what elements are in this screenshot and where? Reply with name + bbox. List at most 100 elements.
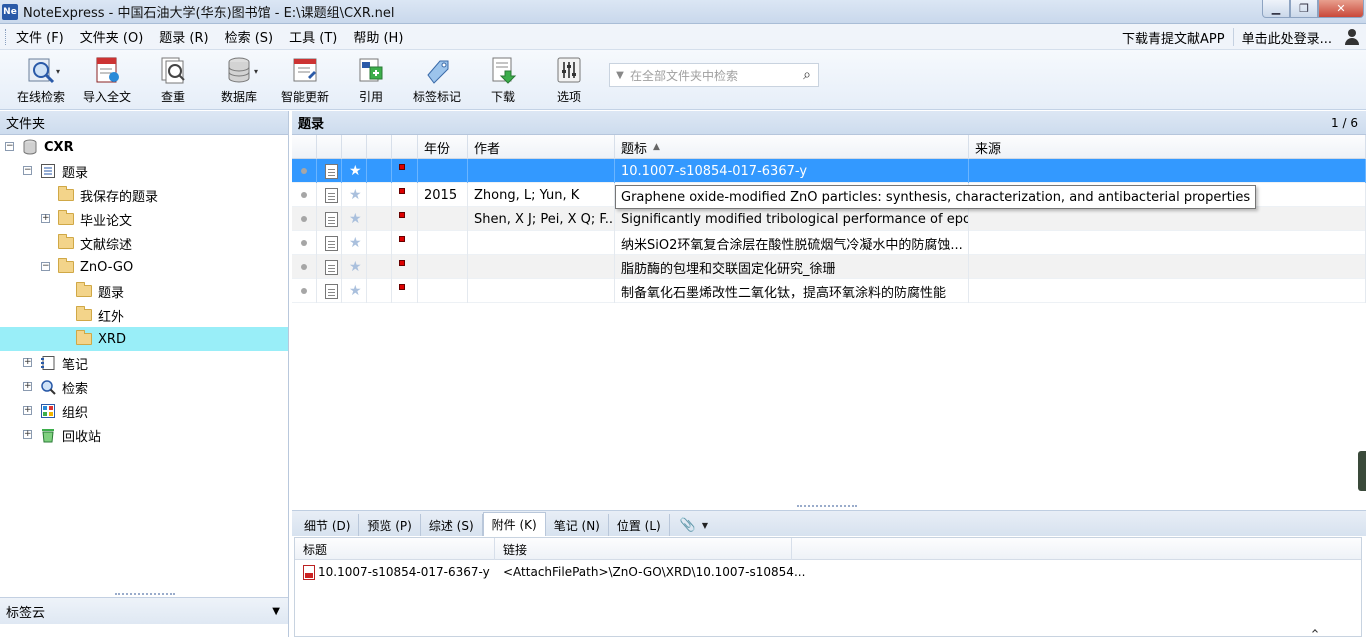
tab-notes[interactable]: 笔记 (N) [546,514,609,536]
menu-help[interactable]: 帮助 (H) [345,27,411,46]
collapse-icon[interactable]: − [41,262,50,271]
tree-item-zno-records[interactable]: 题录 [0,279,288,303]
smart-update-icon [290,55,320,85]
grid-icon [40,403,56,419]
record-row[interactable]: ★ Shen, X J; Pei, X Q; F... Significantly … [292,207,1366,231]
tree-item-notes[interactable]: + 笔记 [0,351,288,375]
cite-icon [356,55,386,85]
tag-button[interactable]: 标签标记 [405,55,469,105]
search-icon[interactable]: ⌕ [796,67,818,83]
import-fulltext-icon [92,55,122,85]
tab-details[interactable]: 细节 (D) [296,514,360,536]
noteexpress-logo-icon: Ne [2,3,18,20]
column-header-priority[interactable] [367,135,392,159]
splitter-handle[interactable] [115,593,175,596]
red-flag-icon [399,188,405,194]
column-header-star[interactable] [342,135,367,159]
read-status-icon [292,255,317,279]
menu-records[interactable]: 题录 (R) [151,27,216,46]
star-icon[interactable]: ★ [349,283,362,299]
online-search-button[interactable]: ▾ 在线检索 [9,55,73,105]
record-row[interactable]: ★ 脂肪酶的包埋和交联固定化研究_徐珊 [292,255,1366,279]
cite-button[interactable]: 引用 [339,55,403,105]
tab-attachments[interactable]: 附件 (K) [482,512,546,536]
database-button[interactable]: ▾ 数据库 [207,55,271,105]
attachment-menu-button[interactable]: 📎 ▼ [680,514,708,536]
import-fulltext-button[interactable]: 导入全文 [75,55,139,105]
collapse-icon[interactable]: − [5,142,14,151]
tag-icon [422,55,452,85]
folder-search-input[interactable]: ▼ 在全部文件夹中检索 ⌕ [609,63,819,87]
priority-cell [367,231,392,255]
star-icon[interactable]: ★ [349,211,362,227]
tab-abstract[interactable]: 综述 (S) [421,514,483,536]
minimize-button[interactable]: ▁ [1262,0,1290,18]
column-header-author[interactable]: 作者 [468,135,615,159]
year-cell [418,279,468,303]
attachments-table: 标题 链接 10.1007-s10854-017-6367-y <AttachF… [294,537,1362,637]
login-link[interactable]: 单击此处登录... [1234,28,1340,47]
records-grid-header: 年份 作者 题标 ▲ 来源 [292,135,1366,159]
tree-item-saved-records[interactable]: 我保存的题录 [0,183,288,207]
horizontal-splitter[interactable] [292,503,1366,509]
options-button[interactable]: 选项 [537,55,601,105]
column-header-source[interactable]: 来源 [969,135,1366,159]
expand-icon[interactable]: + [23,358,32,367]
record-row[interactable]: ★ 制备氧化石墨烯改性二氧化钛，提高环氧涂料的防腐性能 [292,279,1366,303]
tree-item-records[interactable]: − 题录 [0,159,288,183]
menu-tools[interactable]: 工具 (T) [281,27,345,46]
tree-item-cxr[interactable]: − CXR [0,135,288,159]
menu-search[interactable]: 检索 (S) [217,27,282,46]
tree-item-thesis[interactable]: + 毕业论文 [0,207,288,231]
menu-folder[interactable]: 文件夹 (O) [72,27,152,46]
expand-icon[interactable]: + [41,214,50,223]
maximize-button[interactable]: ❐ [1290,0,1318,18]
record-row[interactable]: ★ 10.1007-s10854-017-6367-y [292,159,1366,183]
menu-file[interactable]: 文件 (F) [8,27,72,46]
search-scope-dropdown-icon[interactable]: ▼ [610,70,630,81]
scrollbar-thumb[interactable] [1358,451,1366,491]
close-button[interactable]: ✕ [1318,0,1364,18]
column-header-read[interactable] [292,135,317,159]
download-app-link[interactable]: 下载青提文献APP [1114,28,1233,47]
star-icon[interactable]: ★ [349,187,362,203]
tree-item-review[interactable]: 文献综述 [0,231,288,255]
column-header-flag[interactable] [392,135,418,159]
column-header-title[interactable]: 题标 ▲ [615,135,969,159]
record-row[interactable]: ★ 纳米SiO2环氧复合涂层在酸性脱硫烟气冷凝水中的防腐蚀... [292,231,1366,255]
tree-item-zno-go[interactable]: − ZnO-GO [0,255,288,279]
tree-item-xrd[interactable]: XRD [0,327,288,351]
star-icon[interactable]: ★ [349,259,362,275]
read-dot-icon [301,192,307,198]
smart-update-button[interactable]: 智能更新 [273,55,337,105]
folder-panel-header: 文件夹 [0,111,288,135]
column-header-year[interactable]: 年份 [418,135,468,159]
expand-icon[interactable]: + [23,430,32,439]
star-cell: ★ [342,183,367,207]
tab-location[interactable]: 位置 (L) [609,514,670,536]
expand-icon[interactable]: + [23,382,32,391]
star-icon[interactable]: ★ [349,163,362,179]
column-header-attachment[interactable] [317,135,342,159]
download-button[interactable]: 下载 [471,55,535,105]
read-status-icon [292,183,317,207]
collapse-icon[interactable]: − [23,166,32,175]
tab-preview[interactable]: 预览 (P) [359,514,421,536]
read-dot-icon [301,240,307,246]
attachments-column-title[interactable]: 标题 [295,538,495,560]
star-icon[interactable]: ★ [349,235,362,251]
duplicate-check-button[interactable]: 查重 [141,55,205,105]
tree-item-recycle[interactable]: + 回收站 [0,423,288,447]
dropdown-arrow-icon[interactable]: ▼ [272,606,280,617]
resize-corner-icon [1312,629,1318,635]
attachments-column-link[interactable]: 链接 [495,538,792,560]
attachment-row[interactable]: 10.1007-s10854-017-6367-y <AttachFilePat… [295,560,1361,584]
user-icon[interactable] [1344,29,1360,45]
tree-item-infrared[interactable]: 红外 [0,303,288,327]
attachment-cell [317,279,342,303]
tagcloud-header[interactable]: 标签云 ▼ [0,598,288,624]
tree-item-organize[interactable]: + 组织 [0,399,288,423]
tree-item-search[interactable]: + 检索 [0,375,288,399]
expand-icon[interactable]: + [23,406,32,415]
red-flag-icon [399,260,405,266]
